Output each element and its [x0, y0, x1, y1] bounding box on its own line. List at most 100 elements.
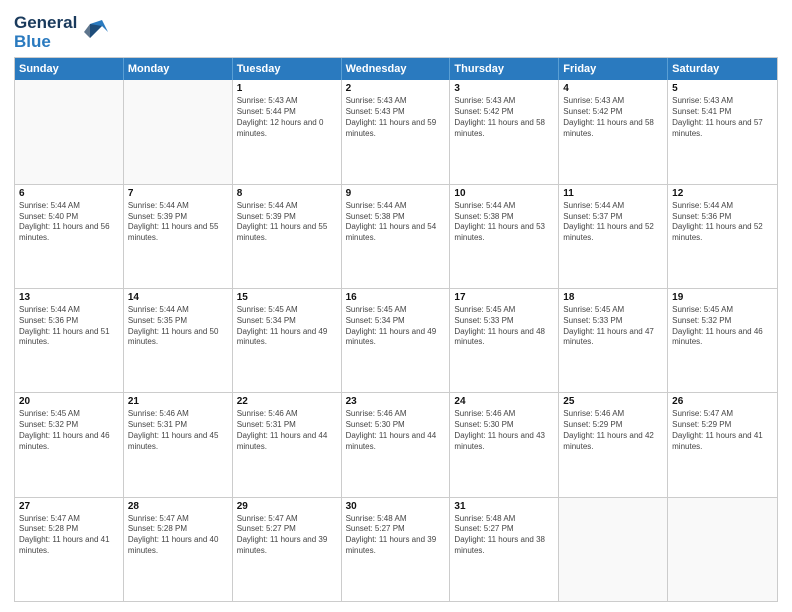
calendar-cell: 21Sunrise: 5:46 AM Sunset: 5:31 PM Dayli…: [124, 393, 233, 496]
day-number: 22: [237, 396, 337, 407]
calendar-body: 1 Sunrise: 5:43 AM Sunset: 5:44 PM Daylig…: [15, 80, 777, 601]
day-number: 12: [672, 188, 773, 199]
calendar-cell: 3 Sunrise: 5:43 AM Sunset: 5:42 PM Daylig…: [450, 80, 559, 183]
day-number: 26: [672, 396, 773, 407]
day-number: 24: [454, 396, 554, 407]
calendar-cell: [559, 498, 668, 601]
calendar-cell: 28 Sunrise: 5:47 AM Sunset: 5:28 PM Dayli…: [124, 498, 233, 601]
logo-general: General: [14, 14, 77, 33]
cell-info: Sunrise: 5:44 AM Sunset: 5:37 PM Dayligh…: [563, 201, 663, 244]
calendar-cell: 30 Sunrise: 5:48 AM Sunset: 5:27 PM Dayli…: [342, 498, 451, 601]
calendar-cell: 29Sunrise: 5:47 AM Sunset: 5:27 PM Dayli…: [233, 498, 342, 601]
day-number: 17: [454, 292, 554, 303]
calendar-cell: 24Sunrise: 5:46 AM Sunset: 5:30 PM Dayli…: [450, 393, 559, 496]
calendar-cell: 17Sunrise: 5:45 AM Sunset: 5:33 PM Dayli…: [450, 289, 559, 392]
weekday-header-saturday: Saturday: [668, 58, 777, 80]
calendar-cell: 26 Sunrise: 5:47 AM Sunset: 5:29 PM Dayli…: [668, 393, 777, 496]
cell-info: Sunrise: 5:45 AM Sunset: 5:34 PM Dayligh…: [237, 305, 337, 348]
day-number: 30: [346, 501, 446, 512]
calendar-cell: 12Sunrise: 5:44 AM Sunset: 5:36 PM Dayli…: [668, 185, 777, 288]
day-number: 20: [19, 396, 119, 407]
weekday-header-friday: Friday: [559, 58, 668, 80]
day-number: 6: [19, 188, 119, 199]
calendar-cell: [668, 498, 777, 601]
day-number: 31: [454, 501, 554, 512]
day-number: 2: [346, 83, 446, 94]
calendar-cell: 13 Sunrise: 5:44 AM Sunset: 5:36 PM Dayli…: [15, 289, 124, 392]
calendar-cell: 1 Sunrise: 5:43 AM Sunset: 5:44 PM Daylig…: [233, 80, 342, 183]
day-number: 5: [672, 83, 773, 94]
day-number: 8: [237, 188, 337, 199]
day-number: 16: [346, 292, 446, 303]
cell-info: Sunrise: 5:47 AM Sunset: 5:27 PM Dayligh…: [237, 514, 337, 557]
day-number: 9: [346, 188, 446, 199]
calendar-cell: 7 Sunrise: 5:44 AM Sunset: 5:39 PM Daylig…: [124, 185, 233, 288]
calendar-row: 13 Sunrise: 5:44 AM Sunset: 5:36 PM Dayli…: [15, 288, 777, 392]
calendar-cell: 15 Sunrise: 5:45 AM Sunset: 5:34 PM Dayli…: [233, 289, 342, 392]
cell-info: Sunrise: 5:45 AM Sunset: 5:32 PM Dayligh…: [19, 409, 119, 452]
logo-icon: [80, 16, 110, 46]
calendar-cell: 16 Sunrise: 5:45 AM Sunset: 5:34 PM Dayli…: [342, 289, 451, 392]
calendar-cell: [124, 80, 233, 183]
day-number: 4: [563, 83, 663, 94]
cell-info: Sunrise: 5:43 AM Sunset: 5:42 PM Dayligh…: [454, 96, 554, 139]
logo: General Blue: [14, 14, 110, 51]
calendar-row: 6 Sunrise: 5:44 AM Sunset: 5:40 PM Daylig…: [15, 184, 777, 288]
calendar-cell: 14 Sunrise: 5:44 AM Sunset: 5:35 PM Dayli…: [124, 289, 233, 392]
cell-info: Sunrise: 5:44 AM Sunset: 5:36 PM Dayligh…: [19, 305, 119, 348]
cell-info: Sunrise: 5:44 AM Sunset: 5:40 PM Dayligh…: [19, 201, 119, 244]
day-number: 3: [454, 83, 554, 94]
calendar-cell: 8 Sunrise: 5:44 AM Sunset: 5:39 PM Daylig…: [233, 185, 342, 288]
cell-info: Sunrise: 5:46 AM Sunset: 5:30 PM Dayligh…: [346, 409, 446, 452]
calendar-cell: 22 Sunrise: 5:46 AM Sunset: 5:31 PM Dayli…: [233, 393, 342, 496]
cell-info: Sunrise: 5:43 AM Sunset: 5:42 PM Dayligh…: [563, 96, 663, 139]
weekday-header-thursday: Thursday: [450, 58, 559, 80]
day-number: 11: [563, 188, 663, 199]
cell-info: Sunrise: 5:44 AM Sunset: 5:39 PM Dayligh…: [237, 201, 337, 244]
calendar-cell: 31 Sunrise: 5:48 AM Sunset: 5:27 PM Dayli…: [450, 498, 559, 601]
calendar-cell: 2 Sunrise: 5:43 AM Sunset: 5:43 PM Daylig…: [342, 80, 451, 183]
calendar-cell: 18 Sunrise: 5:45 AM Sunset: 5:33 PM Dayli…: [559, 289, 668, 392]
calendar-cell: 9 Sunrise: 5:44 AM Sunset: 5:38 PM Daylig…: [342, 185, 451, 288]
cell-info: Sunrise: 5:43 AM Sunset: 5:41 PM Dayligh…: [672, 96, 773, 139]
day-number: 28: [128, 501, 228, 512]
cell-info: Sunrise: 5:43 AM Sunset: 5:44 PM Dayligh…: [237, 96, 337, 139]
cell-info: Sunrise: 5:46 AM Sunset: 5:31 PM Dayligh…: [128, 409, 228, 452]
cell-info: Sunrise: 5:46 AM Sunset: 5:31 PM Dayligh…: [237, 409, 337, 452]
cell-info: Sunrise: 5:44 AM Sunset: 5:39 PM Dayligh…: [128, 201, 228, 244]
calendar-cell: 27 Sunrise: 5:47 AM Sunset: 5:28 PM Dayli…: [15, 498, 124, 601]
page-header: General Blue: [14, 10, 778, 51]
day-number: 27: [19, 501, 119, 512]
calendar-cell: 5 Sunrise: 5:43 AM Sunset: 5:41 PM Daylig…: [668, 80, 777, 183]
day-number: 13: [19, 292, 119, 303]
day-number: 23: [346, 396, 446, 407]
calendar-cell: 19Sunrise: 5:45 AM Sunset: 5:32 PM Dayli…: [668, 289, 777, 392]
cell-info: Sunrise: 5:45 AM Sunset: 5:33 PM Dayligh…: [563, 305, 663, 348]
calendar-cell: 10Sunrise: 5:44 AM Sunset: 5:38 PM Dayli…: [450, 185, 559, 288]
cell-info: Sunrise: 5:44 AM Sunset: 5:35 PM Dayligh…: [128, 305, 228, 348]
calendar-cell: [15, 80, 124, 183]
cell-info: Sunrise: 5:44 AM Sunset: 5:38 PM Dayligh…: [346, 201, 446, 244]
cell-info: Sunrise: 5:47 AM Sunset: 5:29 PM Dayligh…: [672, 409, 773, 452]
day-number: 14: [128, 292, 228, 303]
weekday-header-wednesday: Wednesday: [342, 58, 451, 80]
cell-info: Sunrise: 5:43 AM Sunset: 5:43 PM Dayligh…: [346, 96, 446, 139]
cell-info: Sunrise: 5:45 AM Sunset: 5:34 PM Dayligh…: [346, 305, 446, 348]
cell-info: Sunrise: 5:47 AM Sunset: 5:28 PM Dayligh…: [19, 514, 119, 557]
calendar-row: 27 Sunrise: 5:47 AM Sunset: 5:28 PM Dayli…: [15, 497, 777, 601]
cell-info: Sunrise: 5:48 AM Sunset: 5:27 PM Dayligh…: [346, 514, 446, 557]
day-number: 18: [563, 292, 663, 303]
day-number: 10: [454, 188, 554, 199]
cell-info: Sunrise: 5:45 AM Sunset: 5:32 PM Dayligh…: [672, 305, 773, 348]
calendar-row: 1 Sunrise: 5:43 AM Sunset: 5:44 PM Daylig…: [15, 80, 777, 183]
cell-info: Sunrise: 5:48 AM Sunset: 5:27 PM Dayligh…: [454, 514, 554, 557]
day-number: 1: [237, 83, 337, 94]
day-number: 15: [237, 292, 337, 303]
weekday-header-sunday: Sunday: [15, 58, 124, 80]
calendar-cell: 23 Sunrise: 5:46 AM Sunset: 5:30 PM Dayli…: [342, 393, 451, 496]
calendar-cell: 6 Sunrise: 5:44 AM Sunset: 5:40 PM Daylig…: [15, 185, 124, 288]
day-number: 7: [128, 188, 228, 199]
calendar-header: SundayMondayTuesdayWednesdayThursdayFrid…: [15, 58, 777, 80]
day-number: 25: [563, 396, 663, 407]
cell-info: Sunrise: 5:47 AM Sunset: 5:28 PM Dayligh…: [128, 514, 228, 557]
